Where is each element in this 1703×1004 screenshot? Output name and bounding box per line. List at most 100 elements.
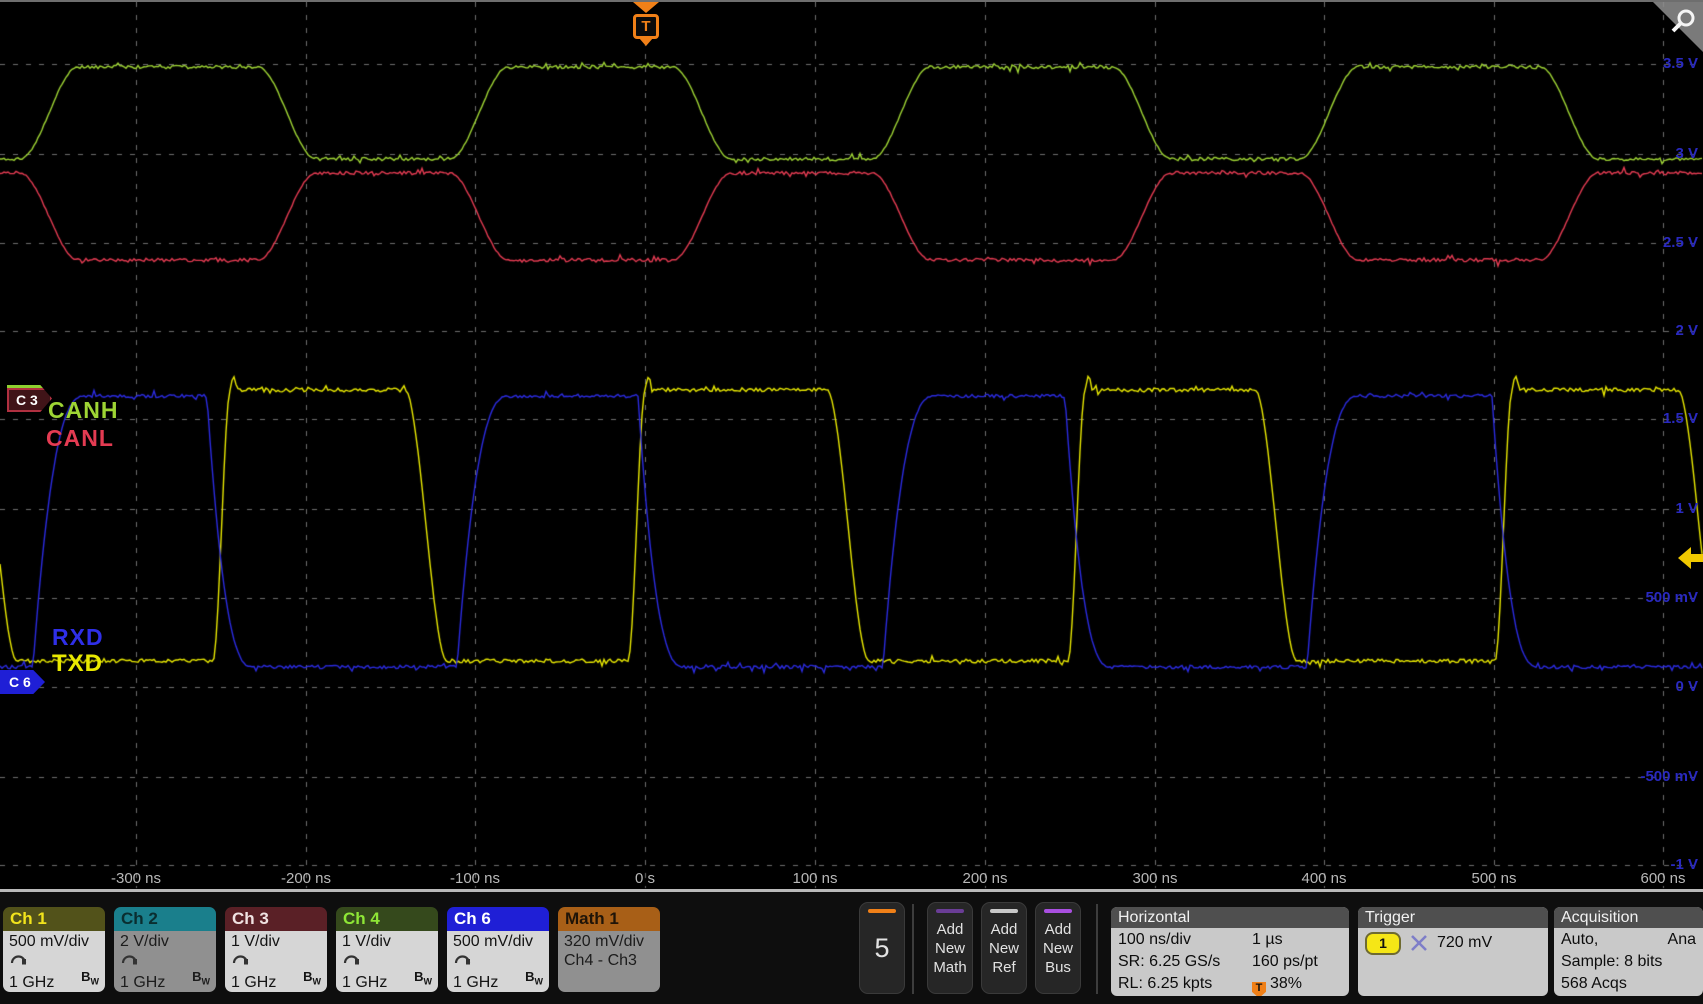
bandwidth-limit-icon: BW xyxy=(303,967,321,992)
probe-icon xyxy=(336,951,438,967)
button-label: Math xyxy=(933,958,966,977)
time-axis-label: -300 ns xyxy=(111,870,161,887)
channel-name: Ch 3 xyxy=(232,909,269,928)
trace-label-rxd: RXD xyxy=(52,624,104,651)
button-label: New xyxy=(935,939,965,958)
button-accent xyxy=(868,909,896,913)
trace-label-canh: CANH xyxy=(48,397,118,424)
bandwidth-limit-icon: BW xyxy=(525,967,543,992)
trigger-slope-icon xyxy=(1410,934,1428,952)
button-label: Bus xyxy=(1045,958,1071,977)
trigger-level-arrow-icon[interactable] xyxy=(1677,546,1703,570)
channel-badge-ch3[interactable]: Ch 3 1 V/div 1 GHzBW xyxy=(225,907,327,992)
channel-scale: 320 mV/div xyxy=(558,932,660,951)
button-accent xyxy=(1044,909,1072,913)
channel-bandwidth: 1 GHz xyxy=(231,973,276,992)
probe-icon xyxy=(447,951,549,967)
add-new-ref-button[interactable]: Add New Ref xyxy=(981,902,1027,994)
zoom-magnifier-icon[interactable] xyxy=(1653,2,1703,52)
bandwidth-limit-icon: BW xyxy=(414,967,432,992)
voltage-axis-label: 1 V xyxy=(1675,500,1698,517)
trigger-marker-t-icon: T xyxy=(633,14,659,39)
channel-badge-ch1[interactable]: Ch 1 500 mV/div 1 GHz BW xyxy=(3,907,105,992)
trace-label-txd: TXD xyxy=(52,650,103,678)
time-axis-label: 300 ns xyxy=(1132,870,1177,887)
button-accent xyxy=(990,909,1018,913)
waveform-canvas xyxy=(0,2,1703,891)
button-accent xyxy=(936,909,964,913)
trigger-source-badge: 1 xyxy=(1365,932,1401,955)
horizontal-sample-rate: SR: 6.25 GS/s xyxy=(1118,951,1252,973)
channel-scale: 500 mV/div xyxy=(447,932,549,951)
trigger-marker-notch-icon xyxy=(639,38,653,46)
trigger-level: 720 mV xyxy=(1437,931,1492,955)
voltage-axis-label: 1.5 V xyxy=(1663,410,1698,427)
trace-label-canl: CANL xyxy=(46,425,114,452)
time-axis-label: -100 ns xyxy=(450,870,500,887)
button-label: Add xyxy=(1045,920,1072,939)
channel-scale: 500 mV/div xyxy=(3,932,105,951)
horizontal-settings-panel[interactable]: Horizontal 100 ns/div 1 µs SR: 6.25 GS/s… xyxy=(1111,907,1349,996)
scope-screen: CANH CANL RXD TXD C 3 C 6 T 3.5 V3 V2.5 … xyxy=(0,0,1703,889)
voltage-axis-label: 0 V xyxy=(1675,678,1698,695)
voltage-axis-label: -500 mV xyxy=(1640,768,1698,785)
time-axis-label: 100 ns xyxy=(792,870,837,887)
trigger-settings-panel[interactable]: Trigger 1 720 mV xyxy=(1358,907,1548,996)
settings-bar: Ch 1 500 mV/div 1 GHz BW Ch 2 2 V/div 1 G… xyxy=(0,892,1703,1004)
time-axis-label: 0 s xyxy=(635,870,655,887)
add-new-bus-button[interactable]: Add New Bus xyxy=(1035,902,1081,994)
horizontal-resolution: 160 ps/pt xyxy=(1252,951,1342,973)
acquisition-settings-panel[interactable]: Acquisition Auto, Ana Sample: 8 bits 568… xyxy=(1554,907,1703,996)
time-axis-label: 600 ns xyxy=(1640,870,1685,887)
channel-name: Ch 2 xyxy=(121,909,158,928)
bandwidth-limit-icon: BW xyxy=(192,967,210,992)
panel-title: Horizontal xyxy=(1111,907,1349,928)
digital-group-5-button[interactable]: 5 xyxy=(859,902,905,994)
acquisition-mode: Auto, xyxy=(1561,929,1598,951)
button-label: Ref xyxy=(992,958,1015,977)
trigger-position-marker[interactable]: T xyxy=(632,2,660,46)
channel-name: Math 1 xyxy=(565,909,619,928)
channel-bandwidth: 1 GHz xyxy=(453,973,498,992)
voltage-axis-label: 3 V xyxy=(1675,145,1698,162)
trigger-position-icon: T xyxy=(1252,982,1266,996)
horizontal-record-length: RL: 6.25 kpts xyxy=(1118,973,1252,996)
add-new-math-button[interactable]: Add New Math xyxy=(927,902,973,994)
probe-icon xyxy=(114,951,216,967)
time-axis-label: -200 ns xyxy=(281,870,331,887)
bar-divider xyxy=(1096,904,1098,994)
bandwidth-limit-icon: BW xyxy=(81,967,99,992)
bar-divider xyxy=(912,904,914,994)
channel-name: Ch 6 xyxy=(454,909,491,928)
horizontal-scale: 100 ns/div xyxy=(1118,929,1252,951)
channel-scale: 2 V/div xyxy=(114,932,216,951)
channel-scale: 1 V/div xyxy=(336,932,438,951)
voltage-axis-label: 3.5 V xyxy=(1663,55,1698,72)
math-source: Ch4 - Ch3 xyxy=(558,951,660,970)
button-label: Add xyxy=(937,920,964,939)
oscilloscope-app: CANH CANL RXD TXD C 3 C 6 T 3.5 V3 V2.5 … xyxy=(0,0,1703,1004)
panel-title: Acquisition xyxy=(1554,907,1703,928)
horizontal-window: 1 µs xyxy=(1252,929,1342,951)
button-label: Add xyxy=(991,920,1018,939)
channel-name: Ch 4 xyxy=(343,909,380,928)
channel-badge-ch4[interactable]: Ch 4 1 V/div 1 GHzBW xyxy=(336,907,438,992)
acquisition-count: 568 Acqs xyxy=(1561,973,1696,995)
voltage-axis-label: 500 mV xyxy=(1645,589,1698,606)
channel-bandwidth: 1 GHz xyxy=(120,973,165,992)
acquisition-sample: Sample: 8 bits xyxy=(1561,951,1696,973)
probe-icon xyxy=(225,951,327,967)
button-label: New xyxy=(989,939,1019,958)
channel-bandwidth: 1 GHz xyxy=(9,973,54,992)
acquisition-mode-extra: Ana xyxy=(1668,929,1696,951)
channel-badge-math1[interactable]: Math 1 320 mV/div Ch4 - Ch3 xyxy=(558,907,660,992)
time-axis-label: 400 ns xyxy=(1301,870,1346,887)
horizontal-trigger-position: 38% xyxy=(1270,975,1302,992)
channel-badge-ch6[interactable]: Ch 6 500 mV/div 1 GHz BW xyxy=(447,907,549,992)
channel-name: Ch 1 xyxy=(10,909,47,928)
time-axis-label: 200 ns xyxy=(962,870,1007,887)
probe-icon xyxy=(3,951,105,967)
channel-badge-ch2[interactable]: Ch 2 2 V/div 1 GHz BW xyxy=(114,907,216,992)
voltage-axis-label: 2.5 V xyxy=(1663,234,1698,251)
voltage-axis-label: 2 V xyxy=(1675,322,1698,339)
